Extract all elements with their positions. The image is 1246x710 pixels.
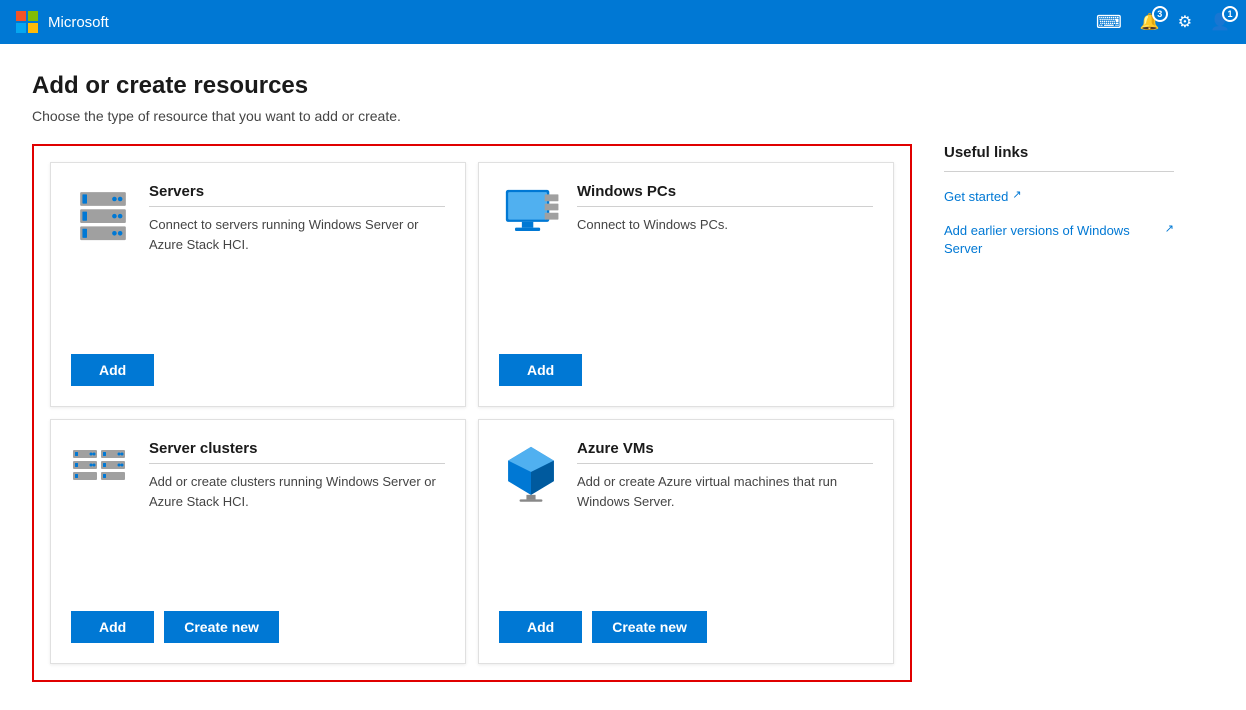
topbar-right: ⌨ 🔔 3 ⚙ 👤 1 [1096,12,1230,33]
azure-vms-title-block: Azure VMs Add or create Azure virtual ma… [577,440,873,511]
azure-vms-create-button[interactable]: Create new [592,611,707,643]
logo-tile-blue [16,23,26,33]
get-started-label: Get started [944,188,1008,206]
microsoft-logo [16,11,38,33]
server-clusters-title: Server clusters [149,440,445,457]
windows-pcs-add-button[interactable]: Add [499,354,582,386]
server-clusters-add-button[interactable]: Add [71,611,154,643]
brand-name: Microsoft [48,14,109,31]
server-clusters-title-block: Server clusters Add or create clusters r… [149,440,445,511]
sidebar: Useful links Get started ↗ Add earlier v… [944,144,1174,682]
main-content: Add or create resources Choose the type … [0,44,1246,710]
logo-tile-green [28,11,38,21]
windows-pcs-title-block: Windows PCs Connect to Windows PCs. [577,183,873,235]
servers-desc: Connect to servers running Windows Serve… [149,215,445,254]
settings-icon[interactable]: ⚙ [1178,12,1192,32]
server-clusters-desc: Add or create clusters running Windows S… [149,472,445,511]
server-clusters-create-button[interactable]: Create new [164,611,279,643]
windows-pcs-actions: Add [499,336,873,386]
windows-pcs-icon [499,183,563,252]
server-clusters-card-header: Server clusters Add or create clusters r… [71,440,445,511]
azure-vms-card: Azure VMs Add or create Azure virtual ma… [478,419,894,664]
notification-icon[interactable]: 🔔 3 [1140,12,1160,32]
servers-card-header: Servers Connect to servers running Windo… [71,183,445,254]
windows-pcs-title: Windows PCs [577,183,873,200]
logo-tile-red [16,11,26,21]
servers-actions: Add [71,336,445,386]
page-title: Add or create resources [32,72,1214,100]
servers-add-button[interactable]: Add [71,354,154,386]
servers-icon [71,183,135,252]
azure-vms-icon [499,440,563,509]
azure-vms-card-header: Azure VMs Add or create Azure virtual ma… [499,440,873,511]
windows-pcs-desc: Connect to Windows PCs. [577,215,873,235]
servers-title: Servers [149,183,445,200]
azure-vms-desc: Add or create Azure virtual machines tha… [577,472,873,511]
logo-tile-yellow [28,23,38,33]
server-clusters-card: Server clusters Add or create clusters r… [50,419,466,664]
windows-pcs-card: Windows PCs Connect to Windows PCs. Add [478,162,894,407]
servers-title-block: Servers Connect to servers running Windo… [149,183,445,254]
help-badge: 1 [1222,6,1238,22]
help-icon[interactable]: 👤 1 [1210,12,1230,32]
topbar-left: Microsoft [16,11,109,33]
get-started-ext-icon: ↗ [1012,188,1021,203]
azure-vms-actions: Add Create new [499,593,873,643]
add-earlier-versions-link[interactable]: Add earlier versions of Windows Server ↗ [944,222,1174,258]
content-area: Servers Connect to servers running Windo… [32,144,1214,682]
get-started-link[interactable]: Get started ↗ [944,188,1174,206]
azure-vms-add-button[interactable]: Add [499,611,582,643]
server-clusters-icon [71,440,135,501]
sidebar-divider [944,171,1174,172]
windows-pcs-card-header: Windows PCs Connect to Windows PCs. [499,183,873,252]
topbar: Microsoft ⌨ 🔔 3 ⚙ 👤 1 [0,0,1246,44]
server-clusters-actions: Add Create new [71,593,445,643]
cards-section: Servers Connect to servers running Windo… [32,144,912,682]
page-subtitle: Choose the type of resource that you wan… [32,108,1214,124]
add-earlier-versions-ext-icon: ↗ [1165,222,1174,237]
notification-badge: 3 [1152,6,1168,22]
terminal-icon[interactable]: ⌨ [1096,12,1122,33]
servers-card: Servers Connect to servers running Windo… [50,162,466,407]
useful-links-title: Useful links [944,144,1174,161]
add-earlier-versions-label: Add earlier versions of Windows Server [944,222,1161,258]
azure-vms-title: Azure VMs [577,440,873,457]
